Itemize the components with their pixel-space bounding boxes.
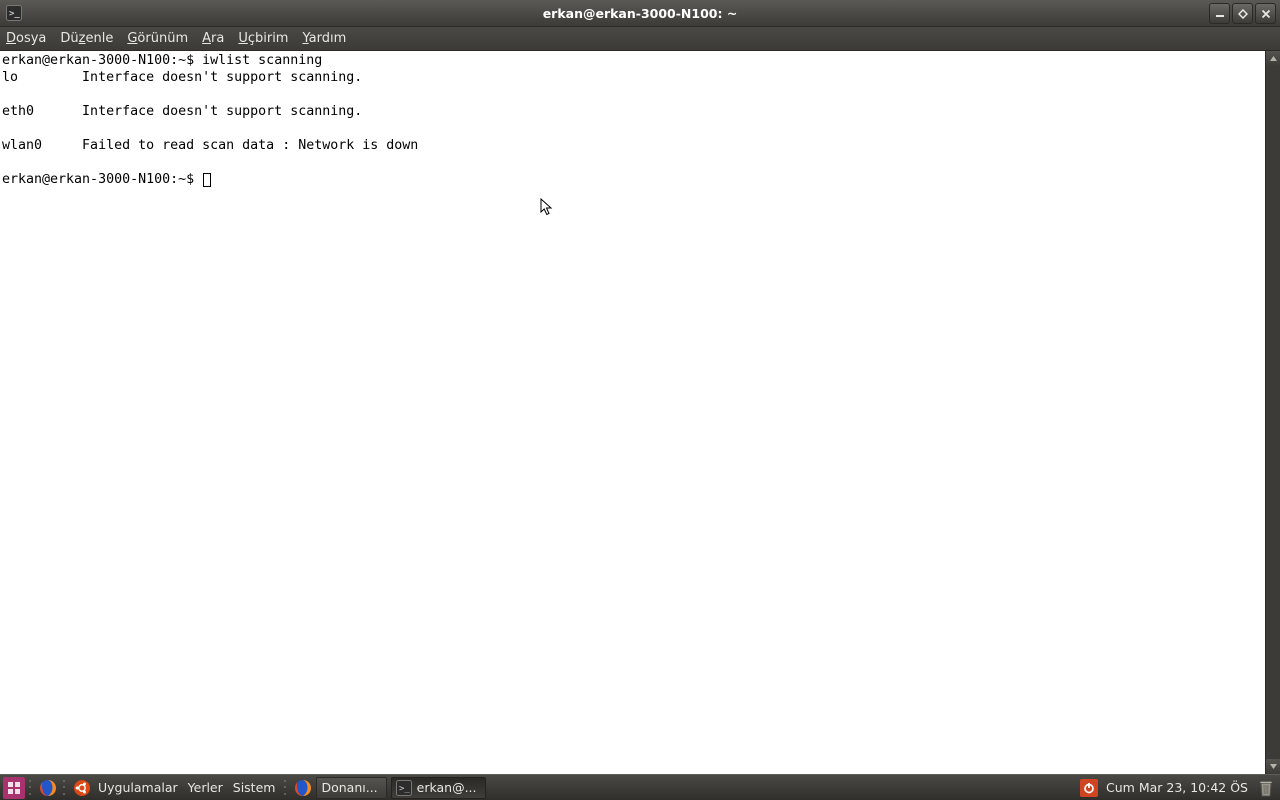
terminal-output[interactable]: erkan@erkan-3000-N100:~$ iwlist scanning…: [0, 51, 1265, 774]
minimize-button[interactable]: [1209, 3, 1230, 24]
menubar: Dosya Düzenle Görünüm Ara Uçbirim Yardım: [0, 27, 1280, 51]
scroll-up-icon[interactable]: [1266, 51, 1280, 66]
svg-text:>_: >_: [9, 9, 20, 19]
terminal-area[interactable]: erkan@erkan-3000-N100:~$ iwlist scanning…: [0, 51, 1280, 774]
terminal-cursor: [203, 173, 211, 187]
menu-file[interactable]: Dosya: [6, 31, 46, 46]
menu-terminal[interactable]: Uçbirim: [238, 31, 288, 46]
separator-icon: [283, 778, 286, 798]
taskbar-item-browser[interactable]: Donanı...: [316, 777, 386, 799]
menu-search[interactable]: Ara: [202, 31, 224, 46]
window-titlebar: >_ erkan@erkan-3000-N100: ~: [0, 0, 1280, 27]
separator-icon: [62, 778, 65, 798]
terminal-icon: >_: [396, 780, 412, 796]
separator-icon: [28, 778, 31, 798]
terminal-icon: >_: [6, 5, 22, 21]
clock[interactable]: Cum Mar 23, 10:42 ÖS: [1106, 780, 1248, 795]
taskbar-item-label: erkan@...: [417, 780, 477, 795]
places-menu[interactable]: Yerler: [188, 780, 223, 795]
maximize-button[interactable]: [1232, 3, 1253, 24]
firefox-launcher[interactable]: [37, 777, 59, 799]
menu-help[interactable]: Yardım: [302, 31, 346, 46]
command: iwlist scanning: [202, 53, 322, 68]
shutdown-button[interactable]: [1080, 779, 1098, 797]
ubuntu-icon[interactable]: [71, 777, 93, 799]
applications-menu[interactable]: Uygulamalar: [98, 780, 178, 795]
window-title: erkan@erkan-3000-N100: ~: [0, 6, 1280, 21]
system-menu[interactable]: Sistem: [233, 780, 276, 795]
prompt: erkan@erkan-3000-N100:~$: [2, 53, 202, 68]
system-tray: Cum Mar 23, 10:42 ÖS: [1080, 778, 1276, 798]
taskbar-item-label: Donanı...: [321, 780, 377, 795]
firefox-launcher-2[interactable]: [292, 777, 314, 799]
menu-view[interactable]: Görünüm: [127, 31, 188, 46]
menu-edit[interactable]: Düzenle: [60, 31, 113, 46]
svg-text:>_: >_: [399, 784, 410, 794]
taskbar-item-terminal[interactable]: >_ erkan@...: [391, 777, 486, 799]
taskbar: Uygulamalar Yerler Sistem Donanı... >_ e…: [0, 774, 1280, 800]
show-desktop-button[interactable]: [3, 777, 25, 799]
close-button[interactable]: [1255, 3, 1276, 24]
scroll-down-icon[interactable]: [1266, 759, 1280, 774]
terminal-line: lo Interface doesn't support scanning.: [2, 70, 362, 85]
terminal-scrollbar[interactable]: [1265, 51, 1280, 774]
trash-icon[interactable]: [1256, 778, 1276, 798]
prompt: erkan@erkan-3000-N100:~$: [2, 172, 202, 187]
terminal-line: eth0 Interface doesn't support scanning.: [2, 104, 362, 119]
terminal-line: wlan0 Failed to read scan data : Network…: [2, 138, 418, 153]
